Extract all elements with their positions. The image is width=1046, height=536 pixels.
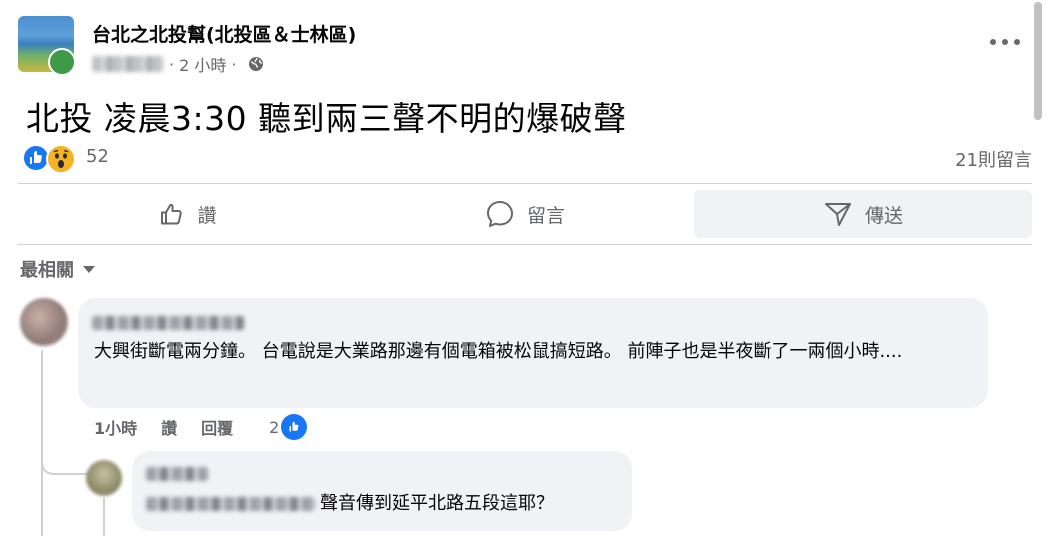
thumbs-up-icon [161, 203, 183, 225]
reply-text: 聲音傳到延平北路五段這耶？ [320, 493, 554, 514]
comment-label: 留言 [526, 204, 565, 227]
group-name[interactable]: 台北之北投幫(北投區＆士林區) [92, 20, 356, 47]
comment-bubble-icon [486, 201, 513, 227]
comment-sort-dropdown[interactable]: 最相關 [20, 256, 95, 282]
post-time[interactable]: 2 小時 [179, 52, 226, 76]
sort-label: 最相關 [20, 260, 74, 281]
send-icon [824, 203, 851, 226]
share-button[interactable]: 傳送 [694, 190, 1032, 238]
comment-bubble: 大興街斷電兩分鐘。 台電說是大業路那邊有個電箱被松鼠搞短路。 前陣子也是半夜斷了… [78, 298, 988, 408]
comment-author-blurred[interactable] [92, 316, 244, 330]
comment-like-count[interactable]: 2 [269, 414, 308, 440]
scrollbar[interactable] [1034, 2, 1042, 120]
reply-avatar[interactable] [86, 460, 122, 496]
reply-connector [41, 440, 88, 475]
reactions-row: 52 21則留言 [20, 142, 1032, 174]
reply-author-blurred[interactable] [146, 467, 208, 481]
comment-like-link[interactable]: 讚 [161, 415, 177, 439]
globe-icon [249, 57, 264, 71]
comment-count[interactable]: 21則留言 [955, 146, 1032, 172]
divider-bottom [18, 244, 1032, 245]
post-header: 台北之北投幫(北投區＆士林區) · 2 小時 · [18, 14, 1028, 76]
post-meta: · 2 小時 · [92, 52, 264, 76]
wow-reaction-icon [46, 144, 76, 174]
comment-reply-link[interactable]: 回覆 [201, 415, 233, 439]
like-button[interactable]: 讚 [18, 190, 356, 238]
post-text: 北投 凌晨3:30 聽到兩三聲不明的爆破聲 [26, 99, 627, 138]
share-label: 傳送 [864, 204, 903, 227]
reaction-count[interactable]: 52 [86, 146, 109, 167]
more-horizontal-icon[interactable] [990, 32, 1020, 52]
comment-button[interactable]: 留言 [356, 190, 694, 238]
divider-top [18, 183, 1032, 184]
comment-time[interactable]: 1小時 [94, 415, 137, 439]
meta-separator: · [169, 54, 175, 74]
reply-tagged-name-blurred[interactable] [146, 497, 316, 511]
author-name-blurred[interactable] [92, 56, 164, 72]
meta-separator-2: · [231, 54, 237, 74]
comment-like-number: 2 [269, 417, 280, 437]
reply-thread-line [103, 498, 105, 536]
comment-actions: 1小時 讚 回覆 2 [94, 414, 308, 440]
comment-text: 大興街斷電兩分鐘。 台電說是大業路那邊有個電箱被松鼠搞短路。 前陣子也是半夜斷了… [94, 341, 903, 362]
reaction-icons[interactable] [20, 144, 80, 174]
reply-bubble: 聲音傳到延平北路五段這耶？ [132, 451, 632, 531]
like-label: 讚 [197, 204, 217, 227]
like-badge-icon [281, 414, 308, 440]
action-bar: 讚 留言 傳送 [18, 190, 1032, 238]
user-avatar-badge [48, 48, 76, 76]
caret-down-icon [83, 265, 95, 273]
commenter-avatar[interactable] [20, 298, 68, 346]
group-avatar[interactable] [18, 16, 76, 76]
